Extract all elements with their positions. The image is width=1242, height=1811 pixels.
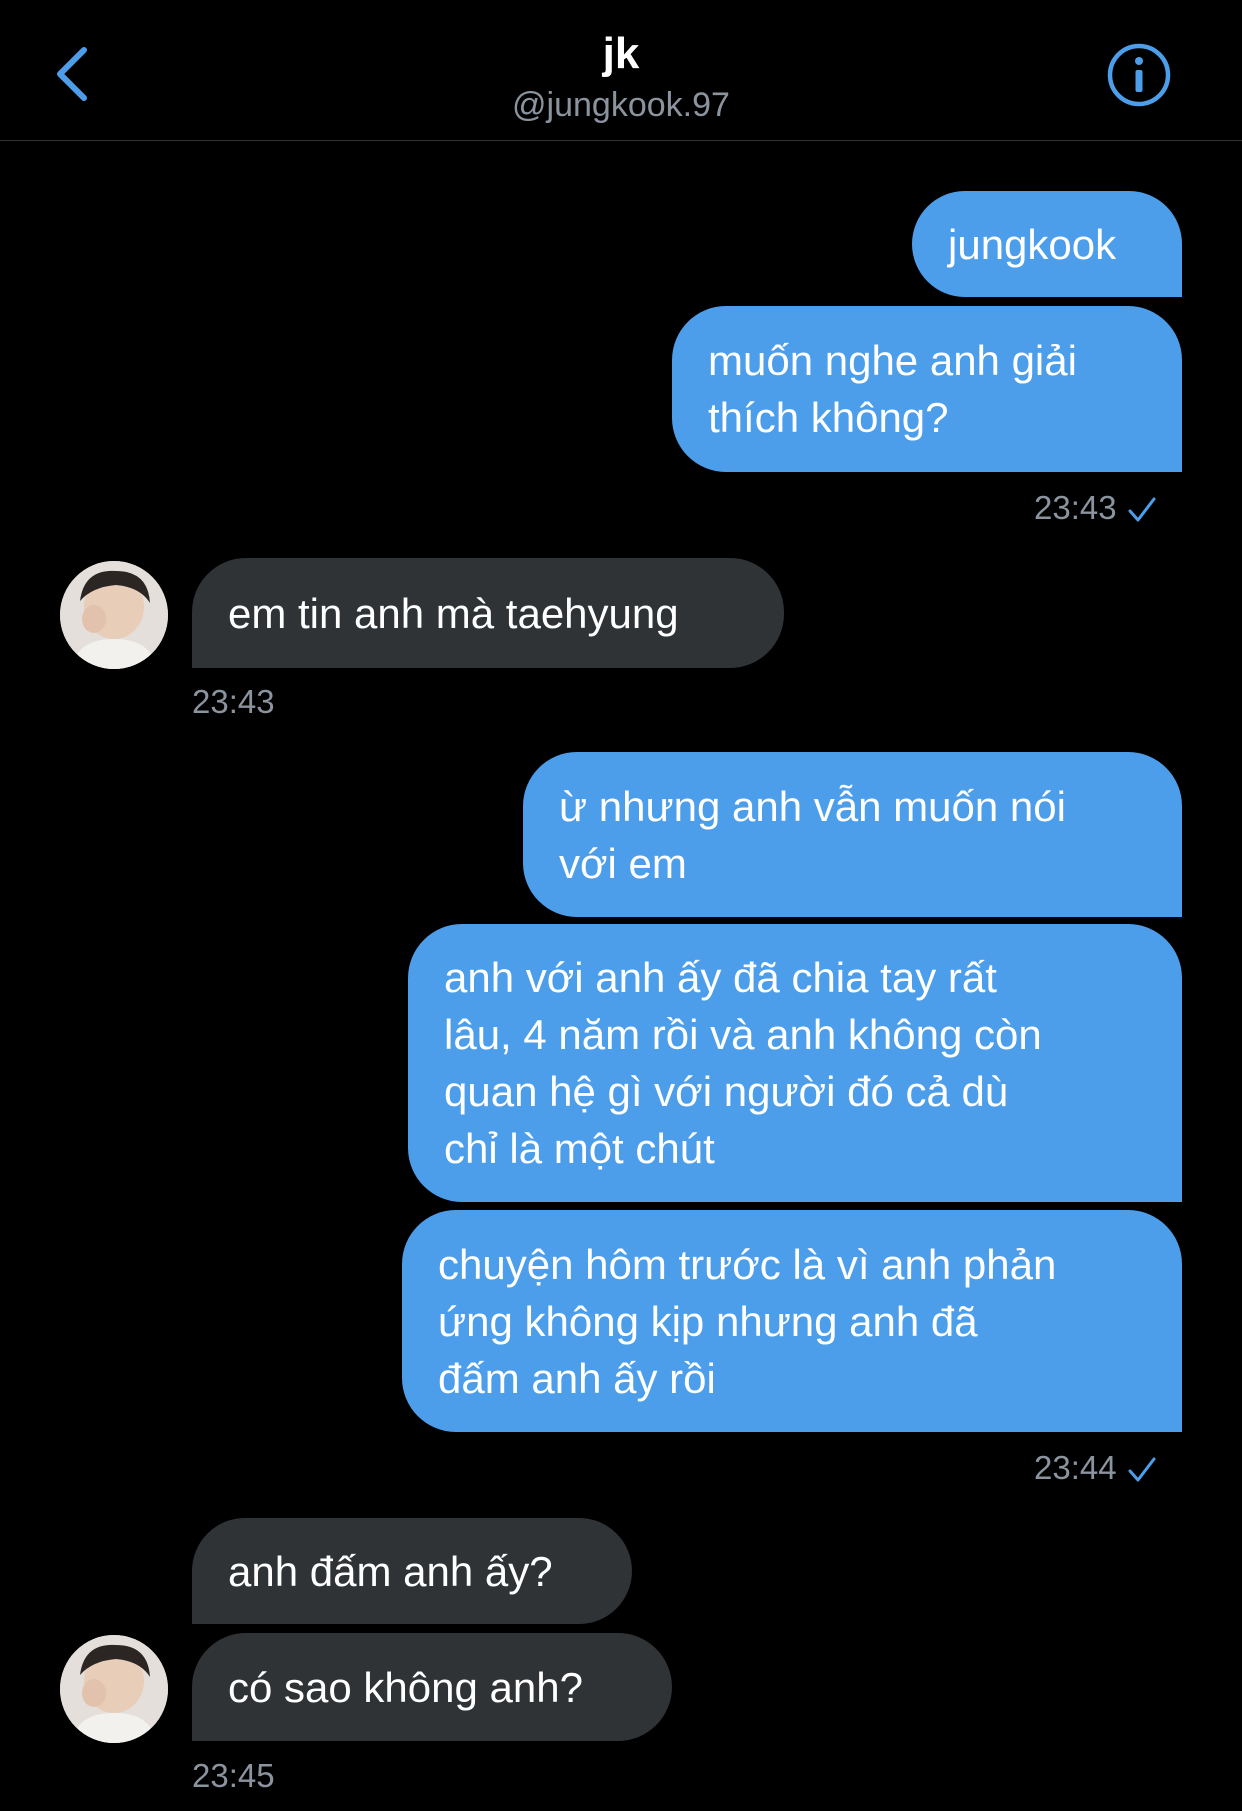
read-check-icon (1128, 1457, 1156, 1482)
message-text: jungkook (948, 220, 1117, 268)
received-message[interactable]: anh đấm anh ấy? (192, 1518, 632, 1624)
message-text: có sao không anh? (228, 1663, 583, 1711)
message-timestamp: 23:43 (192, 683, 275, 720)
contact-avatar[interactable] (60, 1635, 168, 1743)
message-text: chỉ là một chút (444, 1125, 715, 1172)
message-text: em tin anh mà taehyung (228, 589, 679, 637)
received-message[interactable]: có sao không anh? (192, 1633, 672, 1741)
contact-avatar[interactable] (60, 561, 168, 669)
message-text: với em (559, 839, 687, 887)
avatar-photo (60, 561, 168, 669)
info-button[interactable] (1106, 42, 1172, 108)
received-message[interactable]: em tin anh mà taehyung (192, 558, 784, 668)
info-icon (1107, 43, 1171, 107)
message-text: đấm anh ấy rồi (438, 1354, 716, 1402)
message-text: quan hệ gì với người đó cả dù (444, 1068, 1009, 1115)
message-text: lâu, 4 năm rồi và anh không còn (444, 1011, 1042, 1058)
message-text: anh với anh ấy đã chia tay rất (444, 954, 997, 1001)
message-text: thích không? (708, 394, 949, 441)
message-text: ứng không kịp nhưng anh đã (438, 1297, 978, 1345)
message-text: chuyện hôm trước là vì anh phản (438, 1240, 1057, 1288)
conversation-handle: @jungkook.97 (512, 86, 730, 124)
avatar-photo (60, 1635, 168, 1743)
timestamp-text: 23:43 (1034, 489, 1117, 526)
read-check-icon (1128, 497, 1156, 522)
conversation-title: jk (602, 29, 640, 78)
message-text: muốn nghe anh giải (708, 337, 1077, 384)
message-text: ừ nhưng anh vẫn muốn nói (559, 782, 1066, 830)
timestamp-text: 23:44 (1034, 1449, 1117, 1486)
sent-message[interactable]: ừ nhưng anh vẫn muốn nói với em (523, 752, 1182, 917)
message-timestamp: 23:43 (1034, 488, 1157, 528)
sent-message[interactable]: anh với anh ấy đã chia tay rất lâu, 4 nă… (408, 924, 1182, 1202)
sent-message[interactable]: muốn nghe anh giải thích không? (672, 306, 1182, 472)
conversation-header: jk @jungkook.97 (0, 0, 1242, 141)
message-text: anh đấm anh ấy? (228, 1547, 553, 1595)
sent-message[interactable]: jungkook (912, 191, 1182, 297)
sent-message[interactable]: chuyện hôm trước là vì anh phản ứng khôn… (402, 1210, 1182, 1432)
message-timestamp: 23:44 (1034, 1448, 1157, 1488)
message-timestamp: 23:45 (192, 1757, 275, 1794)
